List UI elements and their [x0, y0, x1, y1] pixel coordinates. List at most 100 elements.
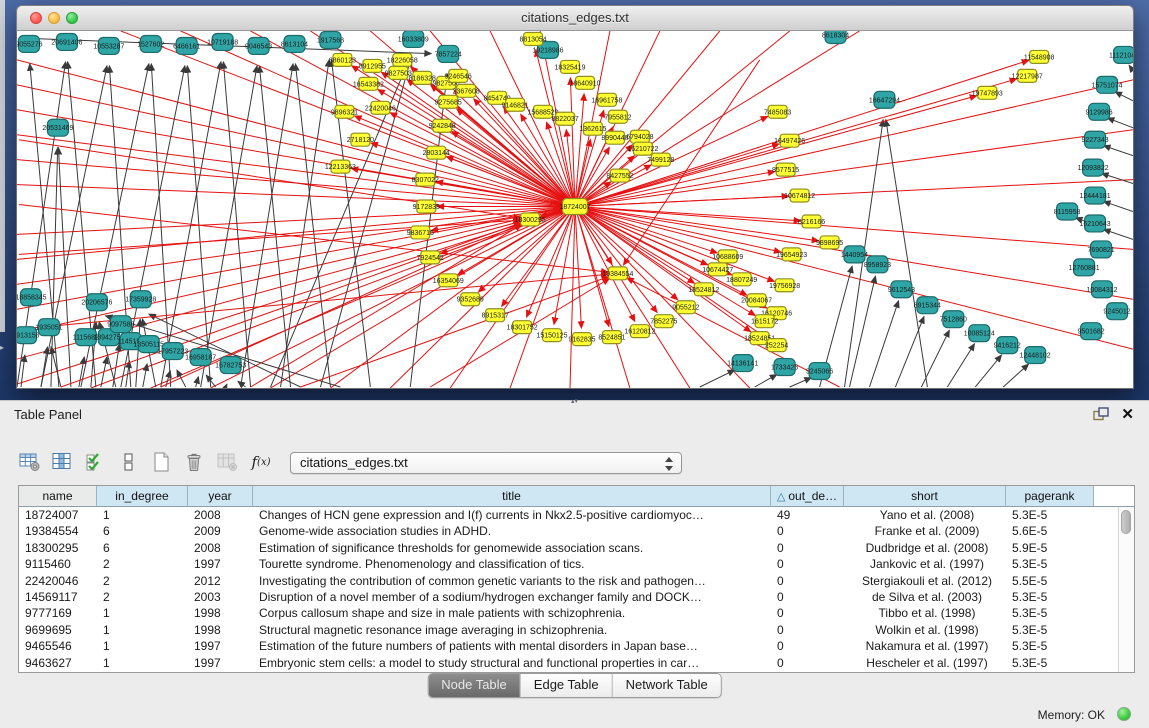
network-node[interactable]: 10553287 — [93, 37, 124, 54]
network-node[interactable]: 8524851 — [598, 331, 625, 344]
table-cell[interactable]: de Silva et al. (2003) — [844, 589, 1006, 605]
table-cell[interactable]: Tourette syndrome. Phenomenology and cla… — [253, 556, 771, 572]
network-node[interactable]: 9501682 — [1077, 323, 1104, 340]
table-cell[interactable]: 0 — [771, 540, 844, 556]
tab-edge-table[interactable]: Edge Table — [521, 674, 613, 697]
table-scrollbar[interactable] — [1118, 507, 1134, 672]
network-edge[interactable] — [371, 143, 575, 207]
table-cell[interactable]: Investigating the contribution of common… — [253, 573, 771, 589]
table-cell[interactable]: Corpus callosum shape and size in male p… — [253, 605, 771, 621]
network-edge[interactable] — [850, 276, 876, 387]
network-node[interactable]: 12213363 — [325, 160, 356, 173]
network-node[interactable]: 12760881 — [1069, 259, 1100, 276]
memory-status-indicator[interactable] — [1117, 707, 1131, 721]
table-cell[interactable]: 9465546 — [19, 638, 97, 654]
import-table-disabled-icon[interactable] — [216, 451, 240, 473]
network-node[interactable]: 7485083 — [764, 105, 791, 118]
network-node[interactable]: 2718120 — [347, 133, 374, 146]
table-row[interactable]: 1830029562008Estimation of significance … — [19, 540, 1119, 556]
table-row[interactable]: 946362711997Embryonic stem cells: a mode… — [19, 655, 1119, 671]
network-node[interactable]: 8115958 — [1054, 203, 1081, 220]
network-node[interactable]: 18524812 — [688, 283, 719, 296]
network-edge[interactable] — [895, 317, 924, 387]
network-node[interactable]: 9046543 — [245, 37, 272, 54]
network-graph[interactable]: 9055276206914061055328715276026466161107… — [17, 31, 1133, 388]
network-edge[interactable] — [886, 120, 928, 387]
network-edge[interactable] — [51, 148, 58, 387]
network-node[interactable]: 10688609 — [712, 250, 743, 263]
network-node[interactable]: 6794028 — [626, 130, 653, 143]
table-cell[interactable]: 14569117 — [19, 589, 97, 605]
network-node[interactable]: 12448102 — [1020, 347, 1051, 364]
table-cell[interactable]: 9115460 — [19, 556, 97, 572]
table-cell[interactable]: 2009 — [188, 523, 253, 539]
network-node[interactable]: 18325419 — [554, 60, 585, 73]
network-node[interactable]: 9898695 — [816, 236, 843, 249]
network-node[interactable]: 1362615 — [579, 122, 606, 135]
network-edge[interactable] — [1115, 92, 1133, 101]
network-edge[interactable] — [869, 301, 898, 387]
network-edge[interactable] — [223, 62, 250, 387]
table-settings-icon[interactable] — [18, 451, 42, 473]
network-node[interactable]: 8216166 — [798, 215, 825, 228]
network-node[interactable]: 8613104 — [281, 35, 308, 52]
network-node[interactable]: 8912955 — [359, 59, 386, 72]
network-edge[interactable] — [575, 130, 1133, 207]
network-node[interactable]: 7690821 — [1087, 241, 1114, 258]
network-node[interactable]: 1733426 — [771, 359, 798, 376]
network-node[interactable]: 8813054 — [519, 32, 546, 45]
network-node[interactable]: 252254 — [765, 339, 788, 352]
float-panel-icon[interactable] — [1093, 407, 1109, 426]
network-node[interactable]: 8990448 — [601, 131, 628, 144]
table-cell[interactable]: Changes of HCN gene expression and I(f) … — [253, 507, 771, 523]
table-cell[interactable]: 6 — [97, 523, 188, 539]
table-cell[interactable]: Hescheler et al. (1997) — [844, 655, 1006, 671]
network-node[interactable]: 17359928 — [125, 291, 156, 308]
network-edge[interactable] — [41, 347, 48, 387]
network-node[interactable]: 12444181 — [1080, 187, 1111, 204]
network-edge[interactable] — [947, 344, 974, 387]
table-cell[interactable]: 1 — [97, 622, 188, 638]
network-node[interactable]: 9896321 — [331, 105, 358, 118]
network-edge[interactable] — [91, 207, 575, 388]
network-node[interactable]: 18640910 — [569, 76, 600, 89]
window-titlebar[interactable]: citations_edges.txt — [16, 5, 1134, 31]
network-node[interactable]: 8577515 — [772, 163, 799, 176]
network-edge[interactable] — [58, 148, 71, 387]
table-cell[interactable]: Jankovic et al. (1997) — [844, 556, 1006, 572]
table-cell[interactable]: 1 — [97, 638, 188, 654]
network-node[interactable]: 7499128 — [647, 153, 674, 166]
table-cell[interactable]: 22420046 — [19, 573, 97, 589]
network-node[interactable]: 9352689 — [457, 293, 484, 306]
network-edge[interactable] — [790, 378, 812, 387]
minimize-window-button[interactable] — [48, 12, 60, 24]
network-node[interactable]: 8915344 — [914, 297, 941, 314]
table-cell[interactable]: 1 — [97, 655, 188, 671]
network-edge[interactable] — [136, 319, 140, 387]
network-node[interactable]: 6466161 — [173, 37, 200, 54]
table-cell[interactable]: 9699695 — [19, 622, 97, 638]
network-view-window[interactable]: citations_edges.txt 90552762069140610553… — [16, 5, 1134, 389]
network-node[interactable]: 9146821 — [502, 98, 529, 111]
network-node[interactable]: 20691406 — [51, 33, 82, 50]
network-edge[interactable] — [1003, 364, 1028, 387]
table-row[interactable]: 2242004622012Investigating the contribut… — [19, 573, 1119, 589]
table-cell[interactable]: 0 — [771, 523, 844, 539]
table-cell[interactable]: 1997 — [188, 655, 253, 671]
network-node[interactable]: 9416212 — [994, 337, 1021, 354]
table-cell[interactable]: Nakamura et al. (1997) — [844, 638, 1006, 654]
network-node[interactable]: 11121042 — [1109, 46, 1133, 63]
network-edge[interactable] — [196, 377, 199, 387]
network-node[interactable]: 8618304 — [822, 31, 849, 43]
table-cell[interactable]: 0 — [771, 605, 844, 621]
network-edge[interactable] — [177, 370, 186, 387]
network-edge[interactable] — [1104, 201, 1133, 211]
table-cell[interactable]: 5.3E-5 — [1006, 589, 1094, 605]
network-node[interactable]: 9227343 — [1081, 131, 1108, 148]
network-node[interactable]: 18724007 — [559, 199, 590, 215]
column-header-year[interactable]: year — [188, 486, 253, 507]
table-row[interactable]: 1872400712008Changes of HCN gene express… — [19, 507, 1119, 523]
delete-trash-icon[interactable] — [183, 451, 207, 473]
network-node[interactable]: 7924542 — [417, 251, 444, 264]
network-node[interactable]: 22420046 — [365, 101, 396, 114]
